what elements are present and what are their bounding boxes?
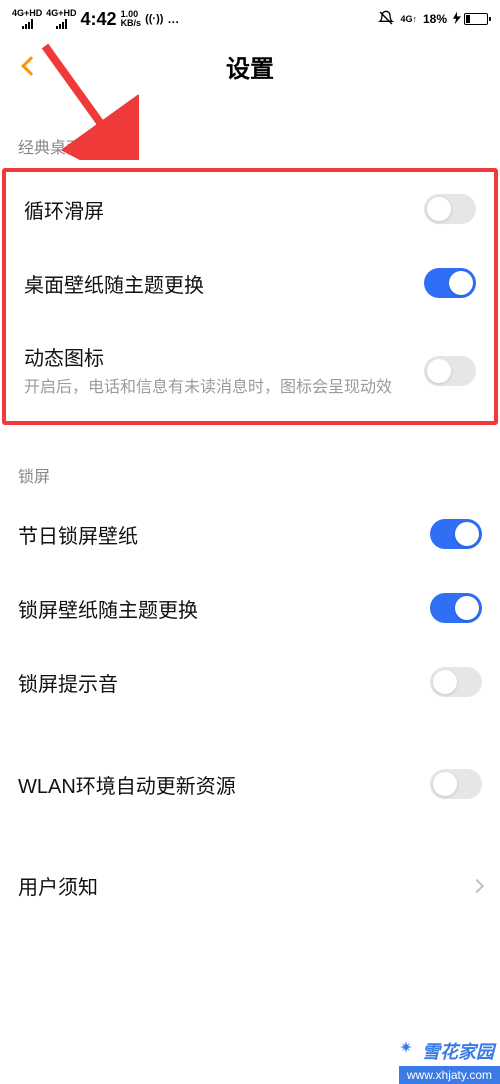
battery-icon: [453, 11, 488, 28]
hotspot-icon: ((·)): [145, 13, 163, 25]
row-title: 锁屏壁纸随主题更换: [18, 594, 418, 623]
row-title: 动态图标: [24, 342, 412, 371]
toggle-wlan-update[interactable]: [430, 769, 482, 799]
toggle-loop-slide[interactable]: [424, 194, 476, 224]
row-lock-wallpaper-theme[interactable]: 锁屏壁纸随主题更换: [0, 571, 500, 645]
signal-bars-icon: [22, 19, 33, 29]
row-wlan-update[interactable]: WLAN环境自动更新资源: [0, 747, 500, 821]
signal-2-label: 4G+HD: [46, 9, 76, 18]
watermark-name: 雪花家园: [422, 1038, 494, 1064]
row-holiday-wallpaper[interactable]: 节日锁屏壁纸: [0, 497, 500, 571]
row-title: 桌面壁纸随主题更换: [24, 269, 412, 298]
speed-unit: KB/s: [121, 19, 142, 28]
signal-2: 4G+HD: [46, 9, 76, 29]
signal-bars-icon: [56, 19, 67, 29]
section-label-lock: 锁屏: [0, 453, 500, 497]
toggle-dynamic-icons[interactable]: [424, 356, 476, 386]
toggle-lock-wallpaper-theme[interactable]: [430, 593, 482, 623]
net-right-label: 4G↑: [400, 15, 417, 24]
battery-pct: 18%: [423, 12, 447, 26]
toggle-lock-sound[interactable]: [430, 667, 482, 697]
charging-icon: [453, 11, 461, 28]
status-right: 4G↑ 18%: [378, 10, 488, 29]
chevron-left-icon: [21, 56, 41, 76]
bell-mute-icon: [378, 10, 394, 29]
row-title: 节日锁屏壁纸: [18, 520, 418, 549]
section-label-desktop: 经典桌面: [0, 124, 500, 168]
row-wallpaper-theme[interactable]: 桌面壁纸随主题更换: [6, 246, 494, 320]
toggle-holiday-wallpaper[interactable]: [430, 519, 482, 549]
watermark: 雪花家园 www.xhjaty.com: [388, 1036, 500, 1084]
more-dots-icon: …: [167, 12, 180, 26]
row-title: 锁屏提示音: [18, 668, 418, 697]
status-bar: 4G+HD 4G+HD 4:42 1.00 KB/s ((·)) … 4G↑ 1…: [0, 0, 500, 38]
watermark-url: www.xhjaty.com: [399, 1066, 500, 1084]
row-title: WLAN环境自动更新资源: [18, 770, 418, 799]
signal-1: 4G+HD: [12, 9, 42, 29]
row-title: 用户须知: [18, 871, 460, 900]
highlight-box: 循环滑屏 桌面壁纸随主题更换 动态图标 开启后，电话和信息有未读消息时，图标会呈…: [2, 168, 498, 425]
row-title: 循环滑屏: [24, 195, 412, 224]
row-dynamic-icons[interactable]: 动态图标 开启后，电话和信息有未读消息时，图标会呈现动效: [6, 320, 494, 421]
row-loop-slide[interactable]: 循环滑屏: [6, 172, 494, 246]
back-button[interactable]: [14, 49, 48, 83]
row-subtitle: 开启后，电话和信息有未读消息时，图标会呈现动效: [24, 377, 412, 399]
status-net-speed: 1.00 KB/s: [121, 10, 142, 28]
page-title: 设置: [226, 49, 274, 84]
toggle-wallpaper-theme[interactable]: [424, 268, 476, 298]
snowflake-icon: [394, 1039, 418, 1063]
content: 经典桌面 循环滑屏 桌面壁纸随主题更换 动态图标 开启后，电话和信息有未读消息时…: [0, 94, 500, 922]
chevron-right-icon: [470, 879, 484, 893]
signal-1-label: 4G+HD: [12, 9, 42, 18]
status-left: 4G+HD 4G+HD 4:42 1.00 KB/s ((·)) …: [12, 9, 180, 30]
status-time: 4:42: [81, 9, 117, 30]
row-user-notice[interactable]: 用户须知: [0, 849, 500, 922]
page-header: 设置: [0, 38, 500, 94]
row-lock-sound[interactable]: 锁屏提示音: [0, 645, 500, 719]
